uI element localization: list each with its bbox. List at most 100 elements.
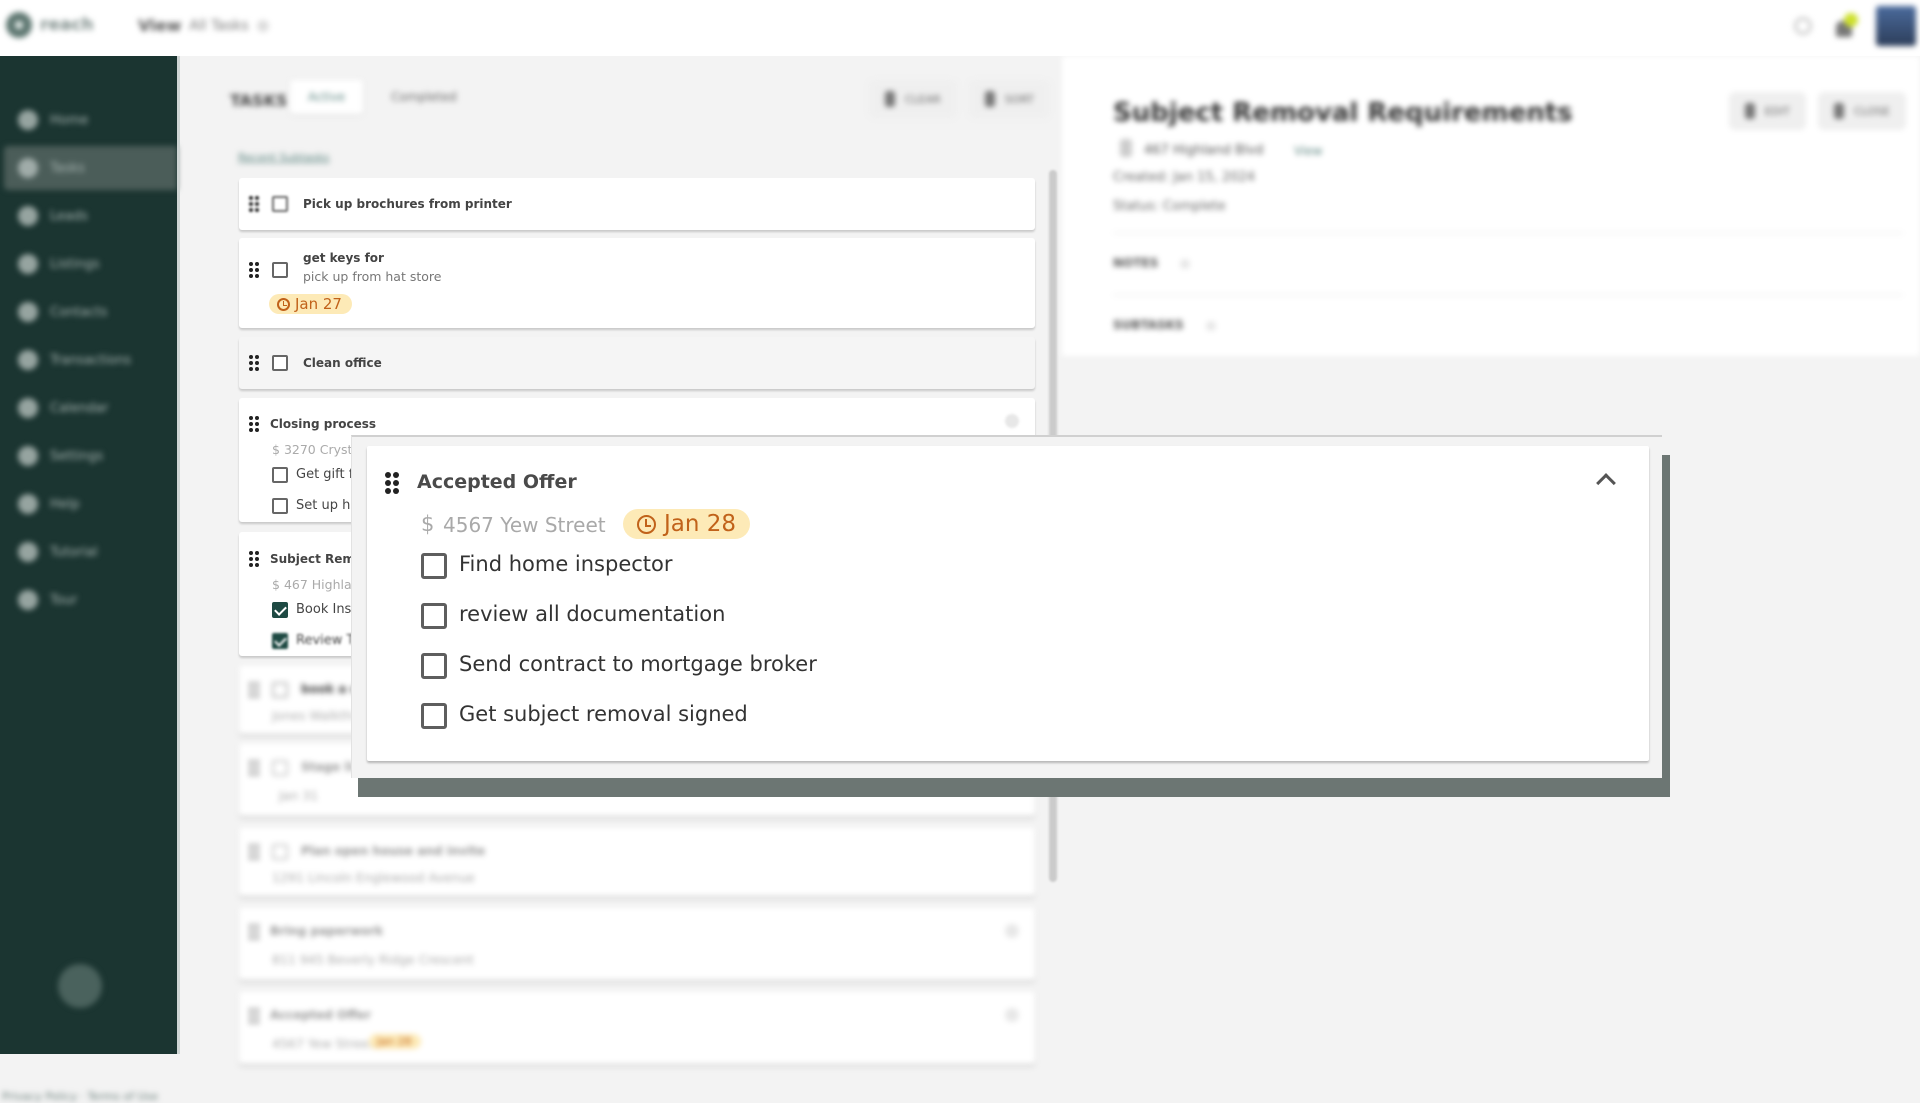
task-card[interactable]: get keys for pick up from hat store Jan …: [239, 238, 1035, 328]
task-checkbox[interactable]: [272, 844, 288, 860]
task-card[interactable]: Accepted Offer 4567 Yew Street Jan 28: [239, 992, 1035, 1064]
location-icon: [1120, 139, 1132, 157]
drag-handle-icon[interactable]: [249, 355, 259, 371]
avatar[interactable]: [1876, 6, 1916, 46]
search-icon[interactable]: [1794, 17, 1812, 35]
expand-icon[interactable]: [1005, 924, 1019, 938]
subtask-checkbox-checked[interactable]: [272, 633, 288, 649]
close-button-label: CLOSE: [1853, 104, 1890, 118]
sidebar-item-label: Contacts: [50, 304, 108, 320]
sidebar-item-tour[interactable]: Tour: [4, 578, 177, 622]
task-title: Plan open house and invite: [301, 844, 486, 858]
alarm-clock-icon: [277, 297, 290, 311]
tasks-header: TASKS Active Completed CLEAR SORT: [178, 56, 1062, 138]
view-label: View: [138, 16, 182, 35]
task-title: Accepted Offer: [417, 471, 577, 493]
sidebar-item-label: Transactions: [50, 352, 132, 368]
task-card[interactable]: Plan open house and invite 1291 Lincoln …: [239, 828, 1035, 896]
help-fab-button[interactable]: [58, 964, 102, 1008]
sidebar-item-help[interactable]: Help: [4, 482, 177, 526]
pencil-icon: [1744, 103, 1755, 119]
sidebar-item-tasks[interactable]: Tasks: [4, 146, 177, 190]
drag-handle-icon[interactable]: [249, 924, 259, 940]
view-address-link[interactable]: View: [1294, 144, 1322, 158]
subtask-label: review all documentation: [459, 602, 726, 626]
home-icon: [18, 110, 38, 130]
view-selector[interactable]: View All Tasks: [138, 16, 269, 35]
task-subtitle: 1291 Lincoln Englewood Avenue: [272, 870, 475, 885]
subtask-checkbox-checked[interactable]: [272, 602, 288, 618]
drag-handle-icon[interactable]: [249, 760, 259, 776]
sidebar-item-label: Listings: [50, 256, 100, 272]
sidebar-item-home[interactable]: Home: [4, 98, 177, 142]
sidebar-item-listings[interactable]: Listings: [4, 242, 177, 286]
sidebar-item-settings[interactable]: Settings: [4, 434, 177, 478]
clear-button[interactable]: CLEAR: [868, 80, 957, 118]
brand-logo[interactable]: reach: [6, 12, 94, 38]
due-date: Jan 31: [279, 788, 319, 803]
task-detail-panel: Subject Removal Requirements 467 Highlan…: [1062, 56, 1920, 356]
task-checkbox[interactable]: [272, 262, 288, 278]
close-button[interactable]: CLOSE: [1817, 92, 1906, 130]
drag-handle-icon[interactable]: [249, 682, 259, 698]
view-value: All Tasks: [189, 17, 249, 34]
task-title: Pick up brochures from printer: [303, 197, 512, 211]
drag-handle-icon[interactable]: [249, 262, 259, 278]
tab-completed[interactable]: Completed: [373, 80, 474, 114]
expand-icon[interactable]: [1005, 414, 1019, 428]
task-title: Closing process: [270, 417, 377, 431]
sidebar-item-tutorial[interactable]: Tutorial: [4, 530, 177, 574]
divider: [1113, 294, 1903, 296]
task-checkbox[interactable]: [272, 355, 288, 371]
sidebar-item-calendar[interactable]: Calendar: [4, 386, 177, 430]
due-date-badge: Jan 27: [269, 294, 352, 314]
task-address: 4567 Yew Street: [443, 513, 606, 537]
task-card[interactable]: Bring paperwork 811 945 Beverly Ridge Cr…: [239, 908, 1035, 980]
notifications-button[interactable]: [1834, 13, 1858, 37]
task-checkbox[interactable]: [272, 196, 288, 212]
task-checkbox[interactable]: [272, 682, 288, 698]
notification-badge: [1844, 13, 1858, 27]
sidebar-item-leads[interactable]: Leads: [4, 194, 177, 238]
chevron-up-icon[interactable]: [1596, 473, 1616, 493]
subtasks-section-header[interactable]: SUBTASKS: [1113, 318, 1184, 332]
chevron-down-icon: [256, 19, 269, 32]
drag-handle-icon[interactable]: [249, 416, 259, 432]
task-checkbox[interactable]: [272, 760, 288, 776]
drag-handle-icon[interactable]: [249, 551, 259, 567]
drag-handle-icon[interactable]: [249, 1008, 259, 1024]
detail-created: Created: Jan 15, 2024: [1113, 170, 1256, 185]
subtask-checkbox[interactable]: [272, 467, 288, 483]
drag-handle-icon[interactable]: [249, 196, 259, 212]
due-date: Jan 28: [377, 1035, 412, 1048]
sort-button[interactable]: SORT: [968, 80, 1050, 118]
sidebar-item-label: Home: [50, 112, 89, 128]
subtask-checkbox[interactable]: [421, 653, 447, 679]
info-icon: [1206, 321, 1216, 331]
sidebar: Home Tasks Leads Listings Contacts Transactio…: [0, 56, 180, 1103]
task-card[interactable]: Pick up brochures from printer: [239, 178, 1035, 230]
subtask-checkbox[interactable]: [421, 603, 447, 629]
sidebar-item-transactions[interactable]: Transactions: [4, 338, 177, 382]
drag-handle-icon[interactable]: [249, 844, 259, 860]
notes-section-header[interactable]: NOTES: [1113, 256, 1158, 270]
top-right-actions: [1794, 6, 1920, 46]
subtask-checkbox[interactable]: [272, 498, 288, 514]
sidebar-item-contacts[interactable]: Contacts: [4, 290, 177, 334]
task-tabs: Active Completed: [290, 80, 475, 114]
subtask-checkbox[interactable]: [421, 553, 447, 579]
task-title: Bring paperwork: [270, 924, 384, 938]
drag-handle-icon[interactable]: [385, 472, 399, 494]
task-subtitle: pick up from hat store: [303, 269, 442, 284]
edit-button[interactable]: EDIT: [1728, 92, 1806, 130]
subtask-checkbox[interactable]: [421, 703, 447, 729]
expand-icon[interactable]: [1005, 1008, 1019, 1022]
calendar-icon: [18, 398, 38, 418]
tour-icon: [18, 590, 38, 610]
recent-subtasks-link[interactable]: Recent Subtasks: [238, 151, 329, 164]
tab-active[interactable]: Active: [290, 80, 364, 114]
subtask-label: Get subject removal signed: [459, 702, 748, 726]
sidebar-footer[interactable]: Privacy Policy · Terms of Use: [2, 1090, 158, 1103]
dragged-task-card[interactable]: Accepted Offer $ 4567 Yew Street Jan 28 …: [367, 446, 1649, 761]
task-card[interactable]: Clean office: [239, 337, 1035, 389]
